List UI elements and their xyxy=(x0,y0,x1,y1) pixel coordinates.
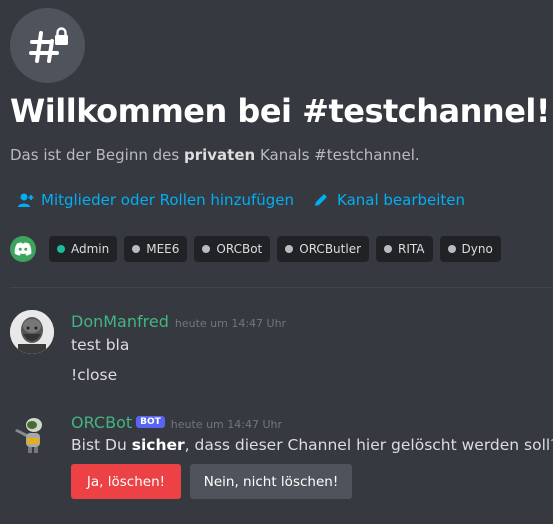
role-color-dot xyxy=(447,245,456,253)
role-color-dot xyxy=(202,245,211,253)
message-divider xyxy=(10,287,553,288)
message-text: Bist Du sicher, dass dieser Channel hier… xyxy=(71,436,553,454)
welcome-sub-bold: privaten xyxy=(183,146,256,164)
channel-members-row: Admin MEE6 ORCBot ORCButler RITA Dyno xyxy=(10,236,508,262)
message-timestamp: heute um 14:47 Uhr xyxy=(174,317,287,330)
confirm-delete-button[interactable]: Ja, löschen! xyxy=(71,464,181,499)
role-label: Admin xyxy=(71,242,110,256)
role-chip-dyno[interactable]: Dyno xyxy=(439,236,501,262)
role-color-dot xyxy=(384,245,393,253)
message-text-bold: sicher xyxy=(131,436,185,454)
discord-logo-icon xyxy=(10,236,36,262)
role-label: ORCButler xyxy=(299,242,362,256)
add-person-icon xyxy=(16,191,34,209)
welcome-sub-suffix: Kanals #testchannel. xyxy=(255,146,420,164)
message-text: !close xyxy=(71,366,118,384)
role-color-dot xyxy=(285,245,294,253)
role-chip-orcbutler[interactable]: ORCButler xyxy=(277,236,370,262)
avatar-orcbot[interactable] xyxy=(10,411,54,455)
add-members-button[interactable]: Mitglieder oder Rollen hinzufügen xyxy=(16,191,294,209)
message-author-line: DonManfred heute um 14:47 Uhr xyxy=(71,312,286,331)
edit-channel-label: Kanal bearbeiten xyxy=(337,191,466,209)
role-chip-orcbot[interactable]: ORCBot xyxy=(194,236,271,262)
role-chip-rita[interactable]: RITA xyxy=(376,236,433,262)
message-text-suffix: , dass dieser Channel hier gelöscht werd… xyxy=(184,436,553,454)
cancel-delete-button[interactable]: Nein, nicht löschen! xyxy=(190,464,352,499)
role-color-dot xyxy=(57,245,65,253)
role-label: RITA xyxy=(398,242,425,256)
edit-channel-button[interactable]: Kanal bearbeiten xyxy=(312,191,465,209)
welcome-title: Willkommen bei #testchannel! xyxy=(10,92,550,130)
role-label: Dyno xyxy=(461,242,493,256)
role-chip-mee6[interactable]: MEE6 xyxy=(124,236,188,262)
welcome-subtitle: Das ist der Beginn des privaten Kanals #… xyxy=(10,146,420,164)
author-name[interactable]: DonManfred xyxy=(71,312,169,331)
author-name[interactable]: ORCBot xyxy=(71,413,132,432)
role-color-dot xyxy=(132,245,141,253)
add-members-label: Mitglieder oder Rollen hinzufügen xyxy=(41,191,294,209)
avatar-donmanfred[interactable] xyxy=(10,310,54,354)
role-label: ORCBot xyxy=(216,242,263,256)
role-label: MEE6 xyxy=(146,242,180,256)
message-author-line: ORCBot BOT heute um 14:47 Uhr xyxy=(71,413,282,432)
message-timestamp: heute um 14:47 Uhr xyxy=(170,418,282,431)
message-text-prefix: Bist Du xyxy=(71,436,132,454)
private-channel-icon xyxy=(10,8,85,83)
message-text: test bla xyxy=(71,336,130,354)
role-chip-admin[interactable]: Admin xyxy=(49,236,118,262)
pencil-icon xyxy=(312,191,330,209)
bot-tag: BOT xyxy=(136,415,165,428)
welcome-sub-prefix: Das ist der Beginn des xyxy=(10,146,184,164)
